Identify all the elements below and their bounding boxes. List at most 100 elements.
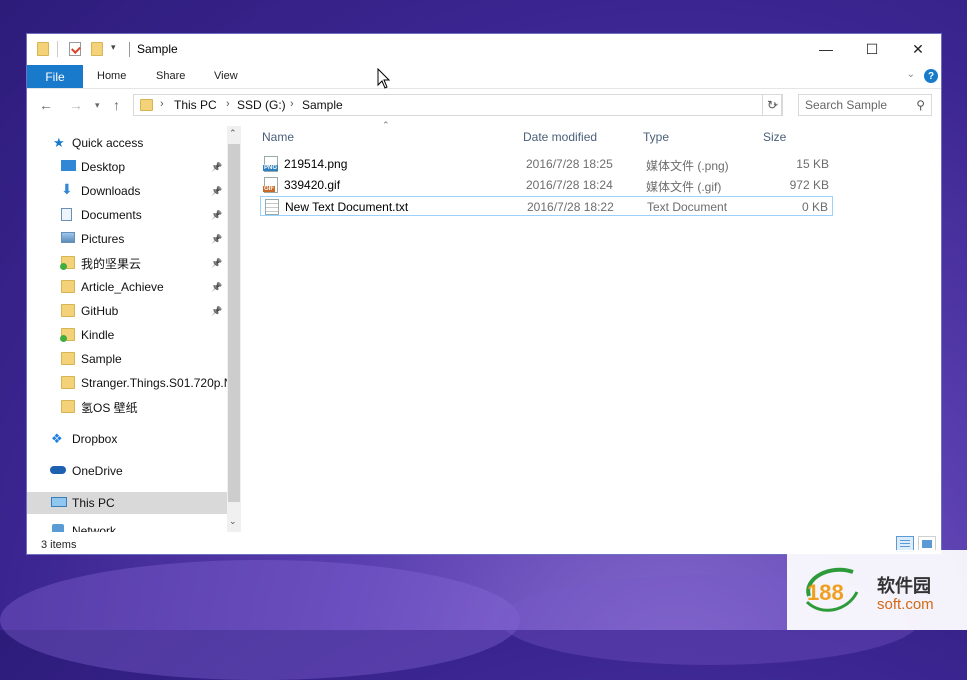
svg-text:188: 188: [807, 580, 844, 605]
nav-this-pc[interactable]: This PC: [27, 492, 227, 514]
forward-arrow-icon[interactable]: →: [69, 97, 83, 113]
sidebar-item[interactable]: Stranger.Things.S01.720p.N: [27, 372, 232, 394]
watermark: 188 软件园 soft.com: [787, 550, 967, 630]
search-input[interactable]: Search Sample ⚲: [798, 94, 932, 116]
sort-ascending-icon: ⌃: [382, 120, 390, 130]
png-file-icon: PNG: [263, 156, 279, 172]
expand-ribbon-icon[interactable]: ⌄: [907, 69, 915, 80]
brand-name-en: soft.com: [877, 596, 934, 613]
search-placeholder: Search Sample: [805, 98, 888, 112]
sidebar-item-label: Kindle: [81, 328, 115, 342]
scrollbar-thumb[interactable]: [228, 144, 240, 502]
file-size: 972 KB: [789, 178, 829, 192]
properties-icon[interactable]: [69, 42, 81, 56]
new-folder-icon[interactable]: [91, 42, 103, 56]
sidebar-item-label: Pictures: [81, 232, 125, 246]
chevron-down-icon[interactable]: ⌄: [229, 516, 237, 527]
sidebar-item[interactable]: Article_Achieve 📌: [27, 276, 227, 298]
minimize-button[interactable]: —: [803, 34, 849, 64]
refresh-button[interactable]: ↻: [762, 94, 782, 116]
chevron-up-icon[interactable]: ⌃: [229, 128, 237, 139]
nav-label: Network: [72, 524, 117, 532]
sidebar-item[interactable]: Pictures 📌: [27, 228, 227, 250]
sidebar-item-label: GitHub: [81, 304, 119, 318]
sidebar-item-label: Documents: [81, 208, 142, 222]
help-button[interactable]: ?: [924, 69, 938, 83]
sidebar-item[interactable]: 我的坚果云 📌: [27, 252, 227, 274]
file-date: 2016/7/28 18:22: [527, 200, 614, 214]
sidebar-item[interactable]: Kindle: [27, 324, 227, 346]
nav-dropbox[interactable]: ❖ Dropbox: [27, 428, 227, 450]
star-icon: ★: [53, 135, 65, 150]
dropbox-icon: ❖: [51, 431, 63, 446]
nav-label: Dropbox: [72, 432, 118, 446]
nav-network[interactable]: Network: [27, 520, 227, 532]
file-row[interactable]: PNG 219514.png 2016/7/28 18:25 媒体文件 (.png) 1…: [260, 154, 833, 174]
sidebar-item[interactable]: 氢OS 壁纸: [27, 396, 227, 418]
breadcrumb-sample[interactable]: Sample: [302, 98, 343, 112]
nav-quick-access[interactable]: ★ Quick access: [27, 132, 227, 154]
sidebar-item[interactable]: Documents 📌: [27, 204, 227, 226]
sidebar-item[interactable]: Desktop 📌: [27, 156, 227, 178]
ribbon-tabs: File Home Share View ⌄ ?: [27, 65, 941, 89]
recent-locations-icon[interactable]: ▾: [95, 100, 100, 111]
chevron-right-icon[interactable]: ›: [290, 98, 294, 110]
up-arrow-icon[interactable]: ↑: [113, 97, 120, 113]
navigation-pane: ★ Quick access Desktop 📌 ⬇ Downloads 📌 Docume…: [27, 124, 241, 532]
divider: [57, 41, 58, 57]
column-header-date[interactable]: Date modified: [523, 130, 597, 144]
breadcrumb-this-pc[interactable]: This PC: [174, 98, 217, 112]
nav-label: Quick access: [72, 136, 144, 150]
chevron-right-icon[interactable]: ›: [160, 98, 164, 110]
synced-folder-icon: [60, 328, 75, 342]
divider: [129, 42, 130, 57]
pin-icon[interactable]: 📌: [211, 306, 222, 317]
column-header-name[interactable]: Name: [262, 130, 294, 144]
onedrive-icon: [50, 466, 66, 474]
column-header-size[interactable]: Size: [763, 130, 786, 144]
desktop-background-shape: [0, 560, 520, 680]
chevron-right-icon[interactable]: ›: [226, 98, 230, 110]
sidebar-item-label: Article_Achieve: [81, 280, 164, 294]
sidebar-item-label: 氢OS 壁纸: [81, 400, 138, 415]
folder-icon: [61, 376, 75, 389]
column-header-type[interactable]: Type: [643, 130, 669, 144]
back-arrow-icon[interactable]: ←: [39, 97, 53, 113]
window-title: Sample: [137, 42, 178, 56]
file-date: 2016/7/28 18:25: [526, 157, 613, 171]
file-name: New Text Document.txt: [285, 200, 409, 214]
brand-logo: 188: [805, 567, 859, 612]
tab-view[interactable]: View: [214, 70, 238, 82]
file-row[interactable]: New Text Document.txt 2016/7/28 18:22 Text…: [260, 196, 833, 216]
sidebar-item[interactable]: GitHub 📌: [27, 300, 227, 322]
file-row[interactable]: GIF 339420.gif 2016/7/28 18:24 媒体文件 (.gif) 9…: [260, 175, 833, 195]
folder-icon: [140, 99, 153, 111]
pin-icon[interactable]: 📌: [211, 162, 222, 173]
file-name: 219514.png: [284, 157, 348, 171]
folder-icon: [37, 42, 49, 56]
breadcrumb-drive[interactable]: SSD (G:): [237, 98, 286, 112]
nav-scrollbar[interactable]: ⌃ ⌄: [227, 126, 241, 532]
folder-icon: [61, 304, 75, 317]
sidebar-item[interactable]: ⬇ Downloads 📌: [27, 180, 227, 202]
address-bar[interactable]: › This PC › SSD (G:) › Sample ⌄: [133, 94, 783, 116]
pin-icon[interactable]: 📌: [211, 258, 222, 269]
folder-icon: [61, 352, 75, 365]
synced-folder-icon: [60, 256, 75, 270]
title-bar: ▾ Sample — ☐ ✕: [27, 34, 941, 65]
pin-icon[interactable]: 📌: [211, 282, 222, 293]
tab-share[interactable]: Share: [156, 70, 185, 82]
downloads-icon: ⬇: [61, 181, 73, 197]
customize-toolbar-icon[interactable]: ▾: [111, 42, 116, 53]
tab-file[interactable]: File: [27, 65, 83, 88]
tab-home[interactable]: Home: [97, 70, 126, 82]
pin-icon[interactable]: 📌: [211, 234, 222, 245]
mouse-cursor-icon: [377, 68, 391, 89]
sidebar-item[interactable]: Sample: [27, 348, 227, 370]
nav-onedrive[interactable]: OneDrive: [27, 460, 227, 482]
pin-icon[interactable]: 📌: [211, 210, 222, 221]
file-name: 339420.gif: [284, 178, 341, 192]
close-button[interactable]: ✕: [895, 34, 941, 64]
maximize-button[interactable]: ☐: [849, 34, 895, 64]
pin-icon[interactable]: 📌: [211, 186, 222, 197]
